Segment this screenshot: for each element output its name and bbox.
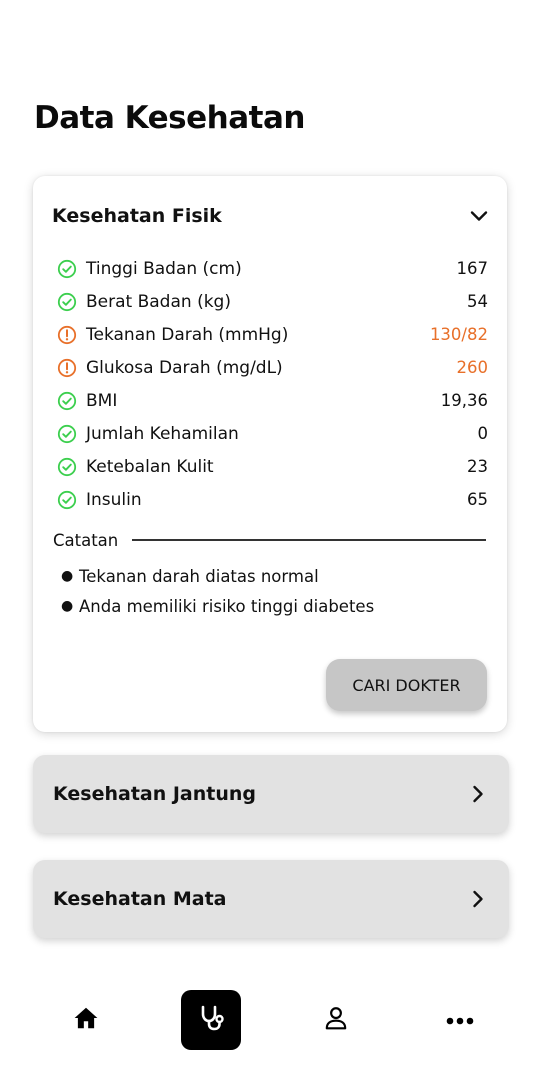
- physical-health-header[interactable]: Kesehatan Fisik: [52, 202, 491, 230]
- check-circle-icon: [57, 457, 77, 477]
- metric-label-group: Tekanan Darah (mmHg): [57, 325, 288, 345]
- check-circle-icon: [57, 292, 77, 312]
- section-heart-health[interactable]: Kesehatan Jantung: [33, 755, 509, 833]
- stethoscope-icon: [196, 1003, 226, 1037]
- note-text: Tekanan darah diatas normal: [79, 566, 319, 586]
- page-title: Data Kesehatan: [34, 100, 305, 136]
- check-circle-icon: [57, 391, 77, 411]
- metric-value: 65: [467, 490, 488, 509]
- metric-label: Insulin: [86, 489, 142, 510]
- chevron-right-icon: [467, 783, 489, 805]
- check-circle-icon: [57, 490, 77, 510]
- metric-label: BMI: [86, 390, 118, 411]
- bullet-icon: ●: [61, 568, 74, 584]
- nav-home[interactable]: [56, 990, 116, 1050]
- section-label: Kesehatan Mata: [53, 888, 227, 910]
- metric-value: 54: [467, 292, 488, 311]
- metric-value: 260: [456, 358, 489, 377]
- metric-value: 0: [477, 424, 489, 443]
- home-icon: [73, 1005, 99, 1035]
- notes-list: ● Tekanan darah diatas normal ● Anda memili…: [61, 561, 487, 621]
- health-data-screen: Data Kesehatan Kesehatan Fisik Tinggi Ba…: [0, 0, 540, 1080]
- metric-row: Jumlah Kehamilan 0: [57, 417, 488, 450]
- user-icon: [323, 1005, 349, 1035]
- metrics-list: Tinggi Badan (cm) 167 Berat Badan (kg) 54 Te…: [57, 252, 488, 516]
- check-circle-icon: [57, 424, 77, 444]
- note-item: ● Tekanan darah diatas normal: [61, 561, 487, 591]
- metric-row: Glukosa Darah (mg/dL) 260: [57, 351, 488, 384]
- metric-value: 130/82: [429, 325, 488, 344]
- metric-label-group: Ketebalan Kulit: [57, 457, 214, 477]
- metric-label-group: Glukosa Darah (mg/dL): [57, 358, 283, 378]
- metric-label: Glukosa Darah (mg/dL): [86, 357, 283, 378]
- find-doctor-button[interactable]: CARI DOKTER: [326, 659, 487, 711]
- note-text: Anda memiliki risiko tinggi diabetes: [79, 596, 375, 616]
- metric-row: Berat Badan (kg) 54: [57, 285, 488, 318]
- notes-title: Catatan: [53, 530, 119, 550]
- metric-value: 167: [456, 259, 489, 278]
- metric-label: Ketebalan Kulit: [86, 456, 214, 477]
- bottom-nav: [0, 985, 540, 1053]
- chevron-right-icon: [467, 888, 489, 910]
- metric-row: Tekanan Darah (mmHg) 130/82: [57, 318, 488, 351]
- metric-row: Insulin 65: [57, 483, 488, 516]
- nav-profile[interactable]: [306, 990, 366, 1050]
- section-eye-health[interactable]: Kesehatan Mata: [33, 860, 509, 938]
- more-icon: [446, 1011, 474, 1030]
- chevron-down-icon[interactable]: [467, 204, 491, 228]
- note-item: ● Anda memiliki risiko tinggi diabetes: [61, 591, 487, 621]
- metric-row: BMI 19,36: [57, 384, 488, 417]
- metric-label-group: Insulin: [57, 490, 142, 510]
- metric-label-group: Berat Badan (kg): [57, 292, 231, 312]
- metric-value: 19,36: [440, 391, 488, 410]
- nav-more[interactable]: [430, 990, 490, 1050]
- metric-label-group: BMI: [57, 391, 117, 411]
- check-circle-icon: [57, 259, 77, 279]
- warning-icon: [57, 325, 77, 345]
- metric-label-group: Jumlah Kehamilan: [57, 424, 239, 444]
- metric-label-group: Tinggi Badan (cm): [57, 259, 242, 279]
- metric-row: Ketebalan Kulit 23: [57, 450, 488, 483]
- notes-header: Catatan: [53, 528, 486, 552]
- bullet-icon: ●: [61, 598, 74, 614]
- metric-row: Tinggi Badan (cm) 167: [57, 252, 488, 285]
- nav-health[interactable]: [181, 990, 241, 1050]
- physical-health-card: Kesehatan Fisik Tinggi Badan (cm) 167 Bera…: [33, 176, 507, 732]
- divider: [132, 539, 486, 541]
- metric-label: Tinggi Badan (cm): [86, 258, 242, 279]
- metric-label: Berat Badan (kg): [86, 291, 231, 312]
- warning-icon: [57, 358, 77, 378]
- section-label: Kesehatan Jantung: [53, 783, 257, 805]
- card-title: Kesehatan Fisik: [52, 205, 222, 227]
- metric-label: Tekanan Darah (mmHg): [86, 324, 289, 345]
- metric-value: 23: [467, 457, 488, 476]
- metric-label: Jumlah Kehamilan: [86, 423, 239, 444]
